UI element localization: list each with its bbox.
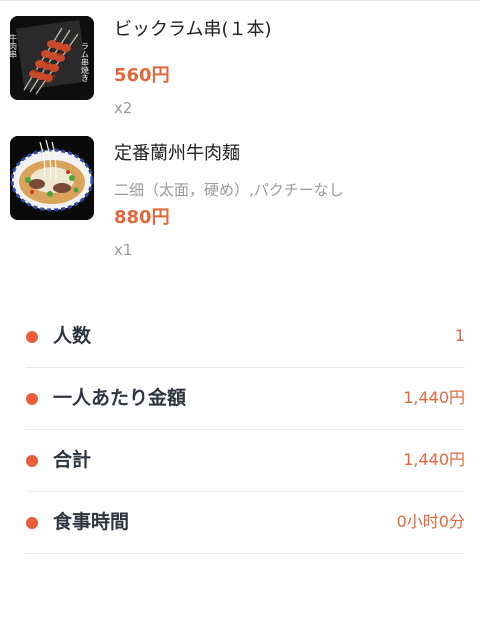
item-options: 二细（太面，硬め）,パクチーなし bbox=[114, 181, 344, 199]
item-name: 定番蘭州牛肉麺 bbox=[114, 143, 240, 164]
item-price: 560円 bbox=[114, 65, 170, 86]
svg-text:ラム串焼き: ラム串焼き bbox=[81, 42, 90, 82]
order-item[interactable]: 定番蘭州牛肉麺 二细（太面，硬め）,パクチーなし 880円 x1 bbox=[10, 136, 470, 272]
summary-label: 食事時間 bbox=[53, 511, 130, 533]
top-divider bbox=[0, 0, 480, 1]
summary-value: 0小时0分 bbox=[396, 512, 465, 531]
summary-value: 1,440円 bbox=[403, 450, 465, 469]
item-quantity: x2 bbox=[114, 99, 133, 117]
item-price: 880円 bbox=[114, 207, 170, 228]
summary-label: 人数 bbox=[53, 325, 92, 347]
bullet-icon bbox=[26, 517, 38, 529]
lamb-skewer-photo: 牛肉串 ラム串焼き bbox=[10, 16, 94, 100]
item-name: ビックラム串(１本) bbox=[114, 19, 272, 40]
bullet-icon bbox=[26, 455, 38, 467]
item-info: 定番蘭州牛肉麺 二细（太面，硬め）,パクチーなし 880円 x1 bbox=[114, 136, 464, 260]
bullet-icon bbox=[26, 331, 38, 343]
bullet-icon bbox=[26, 393, 38, 405]
item-quantity: x1 bbox=[114, 241, 133, 259]
order-summary: 人数 1 一人あたり金額 1,440円 合計 1,440円 食事時間 0小时0分 bbox=[26, 306, 465, 554]
summary-row-total: 合計 1,440円 bbox=[26, 430, 465, 492]
summary-label: 一人あたり金額 bbox=[53, 387, 187, 409]
summary-label: 合計 bbox=[53, 449, 92, 471]
order-item[interactable]: 牛肉串 ラム串焼き ビックラム串(１本) 560円 x2 bbox=[10, 16, 470, 118]
summary-value: 1 bbox=[454, 326, 465, 345]
beef-noodle-photo bbox=[10, 136, 94, 220]
summary-row-people: 人数 1 bbox=[26, 306, 465, 368]
summary-value: 1,440円 bbox=[403, 388, 465, 407]
item-info: ビックラム串(１本) 560円 x2 bbox=[114, 16, 464, 118]
summary-row-per-person: 一人あたり金額 1,440円 bbox=[26, 368, 465, 430]
summary-row-dining-time: 食事時間 0小时0分 bbox=[26, 492, 465, 554]
svg-text:牛肉串: 牛肉串 bbox=[10, 33, 18, 59]
